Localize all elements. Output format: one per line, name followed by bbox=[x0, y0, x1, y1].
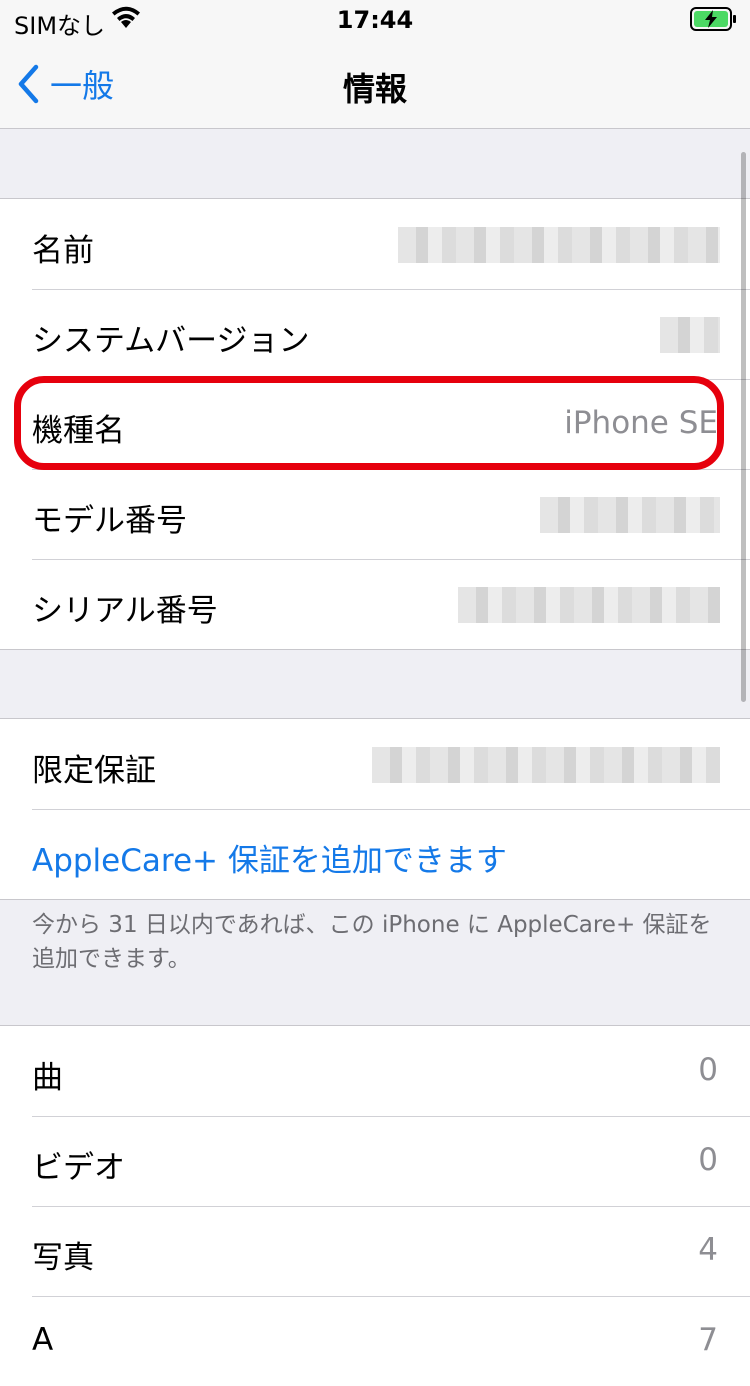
clock: 17:44 bbox=[336, 6, 414, 34]
row-system-version: システムバージョン bbox=[0, 289, 750, 379]
row-songs: 曲 0 bbox=[0, 1026, 750, 1116]
row-label-limited-warranty: 限定保証 bbox=[32, 753, 156, 789]
row-limited-warranty[interactable]: 限定保証 bbox=[0, 719, 750, 809]
row-label-name: 名前 bbox=[32, 233, 94, 269]
redacted-warranty-value bbox=[372, 747, 720, 783]
media-section: 曲 0 ビデオ 0 写真 4 A 7 bbox=[0, 1025, 750, 1386]
applecare-link[interactable]: AppleCare+ 保証を追加できます bbox=[32, 835, 507, 880]
redacted-system-version-value bbox=[660, 317, 720, 353]
redacted-serial-number-value bbox=[458, 587, 720, 623]
row-name[interactable]: 名前 bbox=[0, 199, 750, 289]
row-label-songs: 曲 bbox=[32, 1060, 63, 1096]
row-label-videos: ビデオ bbox=[32, 1150, 125, 1186]
row-applecare-link[interactable]: AppleCare+ 保証を追加できます bbox=[0, 809, 750, 899]
scrollbar[interactable] bbox=[741, 152, 746, 702]
row-serial-number: シリアル番号 bbox=[0, 559, 750, 649]
row-value-photos: 4 bbox=[698, 1232, 718, 1268]
battery-charging-icon bbox=[690, 6, 738, 36]
status-bar: SIMなし 17:44 bbox=[0, 0, 750, 40]
navigation-bar: 一般 情報 bbox=[0, 40, 750, 129]
warranty-section: 限定保証 AppleCare+ 保証を追加できます bbox=[0, 718, 750, 900]
highlight-annotation bbox=[14, 376, 724, 470]
row-value-videos: 0 bbox=[698, 1142, 718, 1178]
redacted-name-value bbox=[398, 227, 720, 263]
row-label-system-version: システムバージョン bbox=[32, 323, 310, 359]
applecare-footer-note: 今から 31 日以内であれば、この iPhone に AppleCare+ 保証… bbox=[32, 912, 712, 972]
row-value-apps: 7 bbox=[698, 1322, 718, 1358]
row-label-serial-number: シリアル番号 bbox=[32, 593, 218, 629]
row-label-apps: A bbox=[32, 1322, 54, 1358]
row-photos: 写真 4 bbox=[0, 1206, 750, 1296]
row-value-songs: 0 bbox=[698, 1052, 718, 1088]
row-label-photos: 写真 bbox=[32, 1240, 94, 1276]
redacted-model-number-value bbox=[540, 497, 720, 533]
row-model-number: モデル番号 bbox=[0, 469, 750, 559]
row-label-model-number: モデル番号 bbox=[32, 503, 187, 539]
row-apps: A 7 bbox=[0, 1296, 750, 1386]
row-videos: ビデオ 0 bbox=[0, 1116, 750, 1206]
page-title: 情報 bbox=[342, 70, 407, 108]
